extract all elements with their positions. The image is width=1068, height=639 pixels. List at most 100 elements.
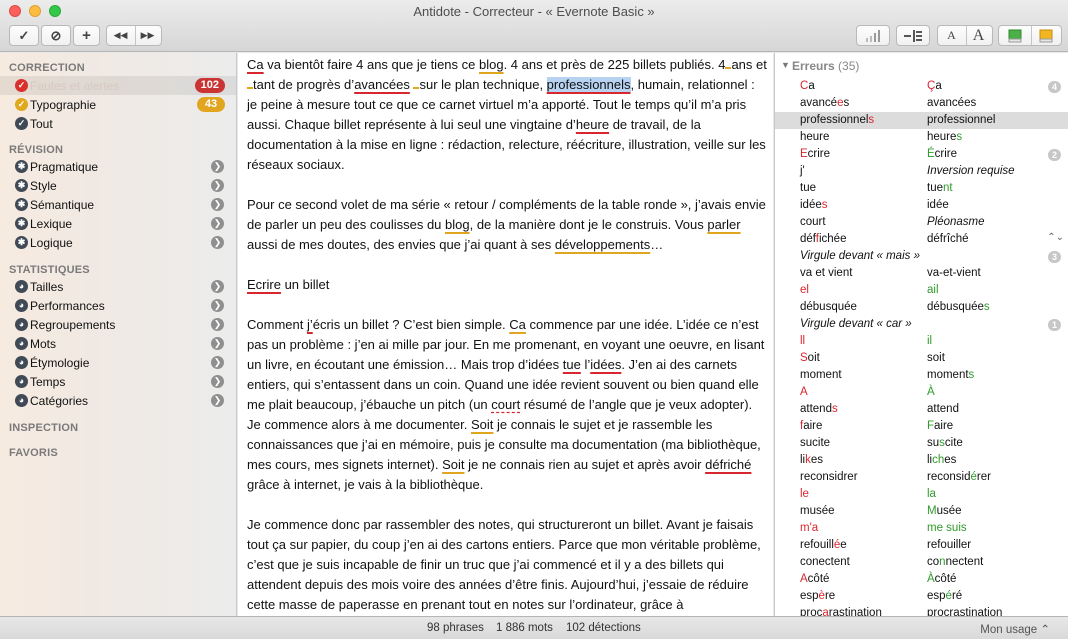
- sidebar-item-logique[interactable]: ✱ Logique ❯: [0, 233, 236, 252]
- sidebar-item-style[interactable]: ✱ Style ❯: [0, 176, 236, 195]
- text-segment: a: [808, 80, 815, 92]
- error-row[interactable]: musée Musée: [775, 503, 1068, 520]
- sidebar-item-temps[interactable]: ◕ Temps ❯: [0, 372, 236, 391]
- text-segment: s: [843, 97, 850, 109]
- text-segment: reconsidrer: [800, 471, 858, 483]
- go-arrow-icon[interactable]: ❯: [211, 356, 224, 369]
- error-row[interactable]: faire Faire: [775, 418, 1068, 435]
- dictionary-button[interactable]: [999, 28, 1030, 43]
- ignore-button[interactable]: ⊘: [41, 25, 71, 46]
- text-segment: Virgule devant « mais »: [800, 250, 920, 262]
- error-row[interactable]: espère espéré: [775, 588, 1068, 605]
- sidebar-item-performances[interactable]: ◕ Performances ❯: [0, 296, 236, 315]
- go-arrow-icon[interactable]: ❯: [211, 375, 224, 388]
- text-segment: s: [831, 403, 838, 415]
- outline-button[interactable]: [896, 25, 930, 46]
- error-row[interactable]: débusquée débusquées: [775, 299, 1068, 316]
- error-row[interactable]: likes liches: [775, 452, 1068, 469]
- go-arrow-icon[interactable]: ❯: [211, 318, 224, 331]
- paragraph: Je commence donc par rassembler des note…: [247, 517, 761, 612]
- sidebar-item-tailles[interactable]: ◕ Tailles ❯: [0, 277, 236, 296]
- text-segment: À: [927, 573, 935, 585]
- error-row[interactable]: moment moments: [775, 367, 1068, 384]
- guide-button[interactable]: [1030, 28, 1061, 43]
- error-suggestion: heures: [927, 131, 962, 143]
- error-row[interactable]: j' Inversion requise: [775, 163, 1068, 180]
- error-row[interactable]: reconsidrer reconsidérer: [775, 469, 1068, 486]
- next-button[interactable]: ▶▶: [134, 30, 161, 41]
- error-suggestion: tuent: [927, 182, 953, 194]
- sidebar-item-categories[interactable]: ◕ Catégories ❯: [0, 391, 236, 410]
- section-title-favoris[interactable]: FAVORIS: [9, 447, 58, 459]
- updown-arrows-icon[interactable]: ⌃⌄: [1047, 232, 1064, 243]
- error-row[interactable]: Ecrire Écrire 2: [775, 146, 1068, 163]
- error-row[interactable]: heure heures: [775, 129, 1068, 146]
- go-arrow-icon[interactable]: ❯: [211, 337, 224, 350]
- text-segment: avancé: [800, 97, 838, 109]
- text-editor[interactable]: Ca va bientôt faire 4 ans que je tiens c…: [238, 53, 773, 616]
- go-arrow-icon[interactable]: ❯: [211, 179, 224, 192]
- previous-button[interactable]: ◀◀: [107, 30, 134, 41]
- error-row[interactable]: attends attend: [775, 401, 1068, 418]
- error-suggestion: refouiller: [927, 539, 971, 551]
- go-arrow-icon[interactable]: ❯: [211, 299, 224, 312]
- error-row[interactable]: idées idée: [775, 197, 1068, 214]
- disclosure-triangle-icon[interactable]: ▼: [781, 60, 790, 70]
- error-suggestion: moments: [927, 369, 974, 381]
- error-row[interactable]: va et vient va-et-vient: [775, 265, 1068, 282]
- smaller-font-button[interactable]: A: [938, 28, 965, 43]
- error-row[interactable]: avancées avancées: [775, 95, 1068, 112]
- go-arrow-icon[interactable]: ❯: [211, 217, 224, 230]
- go-arrow-icon[interactable]: ❯: [211, 236, 224, 249]
- text-segment: s: [968, 369, 975, 381]
- typography-check-icon: ✓: [15, 98, 28, 111]
- error-row[interactable]: Acôté Àcôté: [775, 571, 1068, 588]
- error-row[interactable]: m'a me suis: [775, 520, 1068, 537]
- error-row[interactable]: déffichée défrîché ⌃⌄: [775, 231, 1068, 248]
- star-icon: ✱: [15, 179, 28, 192]
- error-row[interactable]: sucite suscite: [775, 435, 1068, 452]
- error-original: Ca: [800, 80, 815, 92]
- larger-font-button[interactable]: A: [965, 27, 992, 45]
- section-title-inspection[interactable]: INSPECTION: [9, 422, 78, 434]
- correct-button[interactable]: ✓: [9, 25, 39, 46]
- go-arrow-icon[interactable]: ❯: [211, 280, 224, 293]
- error-row[interactable]: le la: [775, 486, 1068, 503]
- add-button[interactable]: +: [73, 25, 100, 46]
- error-row[interactable]: conectent connectent: [775, 554, 1068, 571]
- section-title-statistiques: STATISTIQUES: [9, 264, 90, 276]
- sidebar-item-pragmatique[interactable]: ✱ Pragmatique ❯: [0, 157, 236, 176]
- statistics-button[interactable]: [856, 25, 890, 46]
- sidebar-item-fautes[interactable]: ✓ Fautes et alertes 102: [0, 76, 236, 95]
- error-row[interactable]: AÀ: [775, 384, 1068, 401]
- block-icon: ⊘: [50, 27, 62, 43]
- outline-icon: [904, 29, 922, 42]
- error-row[interactable]: court Pléonasme: [775, 214, 1068, 231]
- sidebar-item-etymologie[interactable]: ◕ Étymologie ❯: [0, 353, 236, 372]
- sidebar-item-lexique[interactable]: ✱ Lexique ❯: [0, 214, 236, 233]
- text-segment: oit: [807, 352, 820, 364]
- sidebar-item-typographie[interactable]: ✓ Typographie 43: [0, 95, 236, 114]
- go-arrow-icon[interactable]: ❯: [211, 198, 224, 211]
- sidebar-item-mots[interactable]: ◕ Mots ❯: [0, 334, 236, 353]
- error-group-header[interactable]: Virgule devant « car » 1: [775, 316, 1068, 333]
- error-row[interactable]: tue tuent: [775, 180, 1068, 197]
- error-row[interactable]: procarastination procrastination: [775, 605, 1068, 616]
- document-text[interactable]: Ca va bientôt faire 4 ans que je tiens c…: [247, 55, 767, 615]
- error-row[interactable]: Ca Ça 4: [775, 78, 1068, 95]
- sidebar-item-semantique[interactable]: ✱ Sémantique ❯: [0, 195, 236, 214]
- sidebar-item-label: Mots: [30, 337, 57, 351]
- error-row[interactable]: refouillée refouiller: [775, 537, 1068, 554]
- error-row[interactable]: professionnels professionnel: [775, 112, 1068, 129]
- error-row[interactable]: ll il: [775, 333, 1068, 350]
- usage-dropdown[interactable]: Mon usage ⌃: [980, 622, 1050, 636]
- go-arrow-icon[interactable]: ❯: [211, 160, 224, 173]
- errors-header[interactable]: ▼ Erreurs (35): [775, 53, 1068, 78]
- sidebar-item-tout[interactable]: ✓ Tout: [0, 114, 236, 133]
- sidebar-item-regroupements[interactable]: ◕ Regroupements ❯: [0, 315, 236, 334]
- error-row[interactable]: el ail: [775, 282, 1068, 299]
- error-original: professionnels: [800, 114, 874, 126]
- go-arrow-icon[interactable]: ❯: [211, 394, 224, 407]
- error-row[interactable]: Soit soit: [775, 350, 1068, 367]
- error-group-header[interactable]: Virgule devant « mais » 3: [775, 248, 1068, 265]
